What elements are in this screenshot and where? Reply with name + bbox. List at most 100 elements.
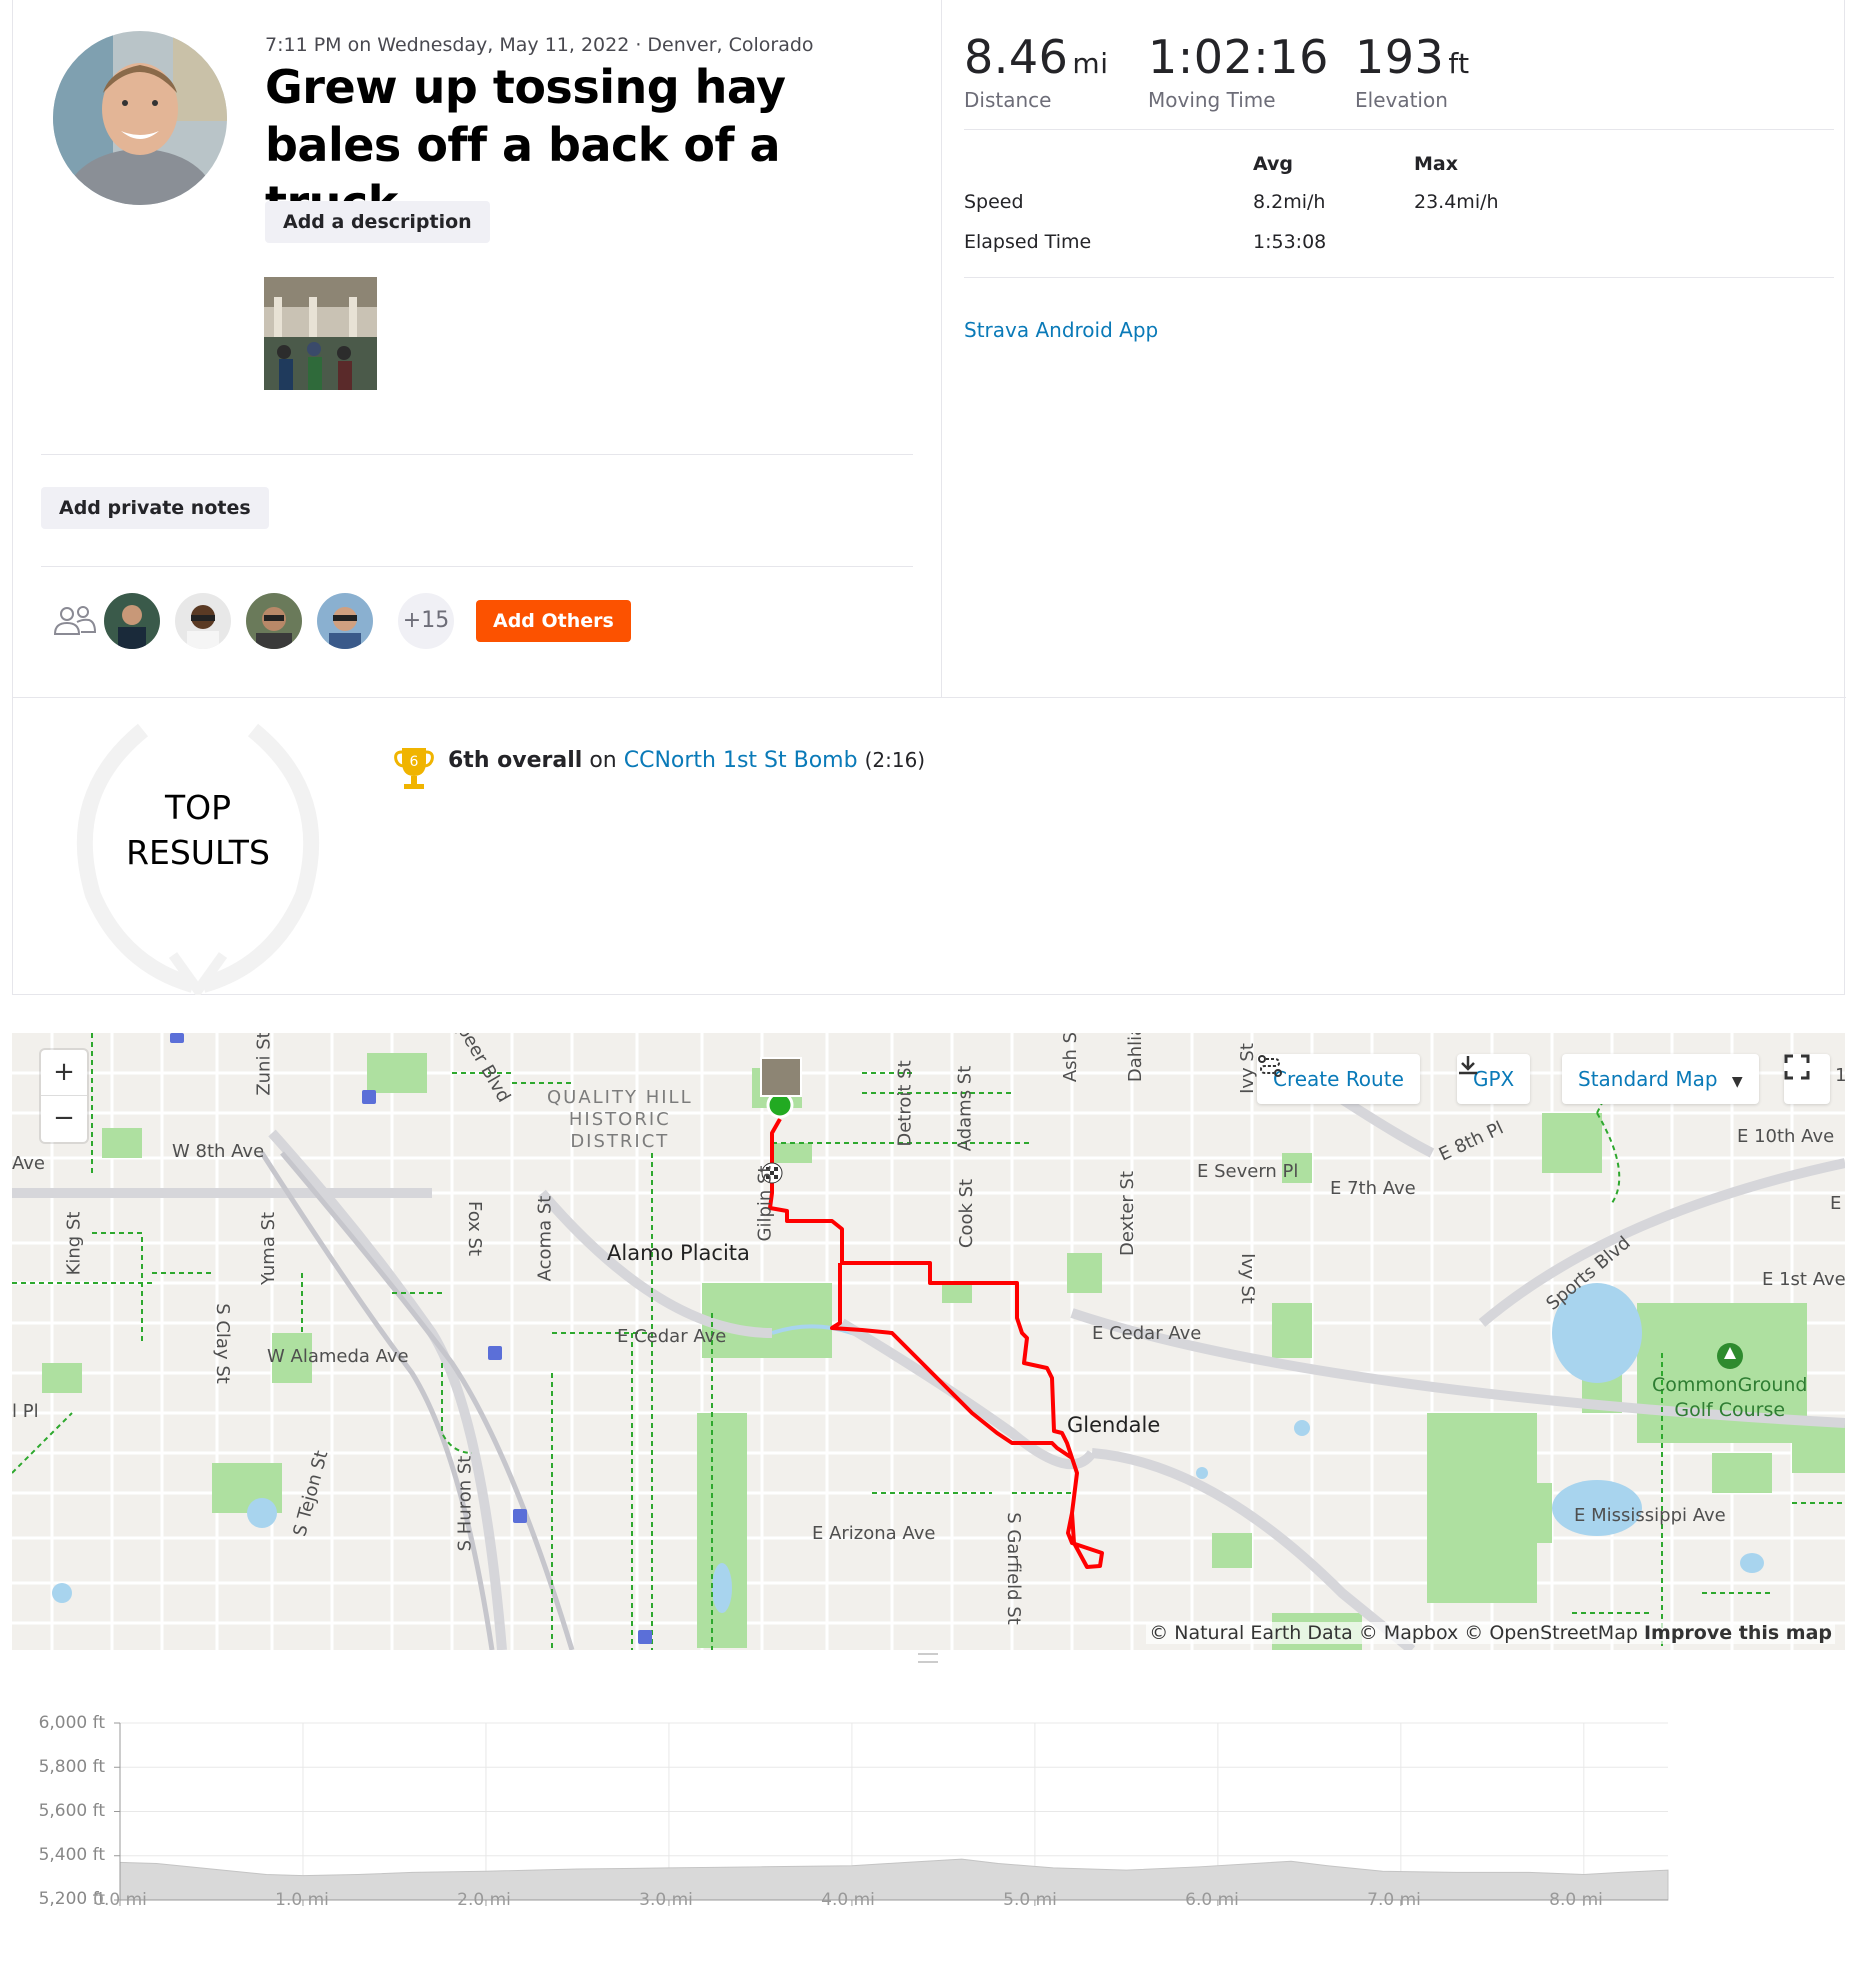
divider-1 [41, 454, 913, 455]
map-attribution: © Natural Earth Data © Mapbox © OpenStre… [1146, 1622, 1835, 1644]
top-results-heading: TOP RESULTS [63, 785, 333, 875]
top-results-line1: TOP [164, 788, 232, 827]
y-tick-label: 5,600 ft [38, 1801, 105, 1821]
stats-divider-1 [964, 129, 1834, 130]
map-label-fox: Fox St [464, 1200, 486, 1257]
map-label-pl-left: l Pl [12, 1401, 39, 1422]
x-tick-label: 0.0 mi [93, 1890, 147, 1910]
photo-marker[interactable] [760, 1057, 802, 1097]
gpx-label: GPX [1473, 1067, 1515, 1091]
activity-meta: 7:11 PM on Wednesday, May 11, 2022 · Den… [265, 34, 814, 56]
improve-map-link[interactable]: Improve this map [1644, 1622, 1832, 1644]
moving-time-label: Moving Time [1148, 88, 1276, 112]
zoom-in-button[interactable]: + [41, 1050, 87, 1096]
athlete-avatar-3[interactable] [246, 593, 302, 649]
map-label-glendale: Glendale [1067, 1413, 1161, 1437]
athlete-avatar-4[interactable] [317, 593, 373, 649]
map-label-ave-left: Ave [12, 1153, 45, 1174]
zoom-out-button[interactable]: − [41, 1096, 87, 1142]
fullscreen-button[interactable] [1784, 1054, 1830, 1104]
group-icon [53, 604, 97, 642]
elapsed-time-label: Elapsed Time [964, 231, 1092, 253]
map-label-s-garfield: S Garfield St [1002, 1512, 1024, 1625]
segment-result: 6th overall on CCNorth 1st St Bomb (2:16… [448, 748, 925, 773]
y-tick-label: 5,800 ft [38, 1757, 105, 1777]
download-icon [1459, 1056, 1477, 1075]
fullscreen-icon [1784, 1054, 1810, 1080]
y-tick-label: 6,000 ft [38, 1713, 105, 1733]
distance-value: 8.46 mi [964, 30, 1109, 84]
add-others-button[interactable]: Add Others [476, 600, 631, 642]
device-link[interactable]: Strava Android App [964, 318, 1158, 342]
on-word: on [589, 748, 617, 773]
activity-photo[interactable] [264, 277, 377, 390]
segment-link[interactable]: CCNorth 1st St Bomb [624, 748, 858, 773]
more-athletes-count[interactable]: +15 [398, 593, 454, 649]
speed-max: 23.4mi/h [1414, 191, 1499, 213]
column-divider [941, 0, 942, 697]
create-route-label: Create Route [1273, 1067, 1404, 1091]
zoom-controls: + − [41, 1050, 87, 1142]
map-label-commonground: CommonGround Golf Course [1652, 1374, 1808, 1421]
attribution-text: © Natural Earth Data © Mapbox © OpenStre… [1149, 1622, 1638, 1644]
gpx-button[interactable]: GPX [1457, 1054, 1531, 1104]
x-tick-label: 6.0 mi [1185, 1890, 1239, 1910]
y-tick-label: 5,400 ft [38, 1845, 105, 1865]
x-tick-label: 2.0 mi [457, 1890, 511, 1910]
add-description-button[interactable]: Add a description [265, 201, 490, 243]
x-tick-label: 1.0 mi [275, 1890, 329, 1910]
map-label-e-right: E [1830, 1193, 1842, 1214]
map-type-select[interactable]: Standard Map ▼ [1562, 1054, 1759, 1104]
col-max-header: Max [1414, 153, 1458, 175]
top-results-line2: RESULTS [126, 833, 270, 872]
map-label-king: King St [63, 1211, 85, 1276]
map-label-yuma: Yuma St [258, 1211, 280, 1286]
route-icon [1258, 1055, 1282, 1077]
add-private-notes-button[interactable]: Add private notes [41, 487, 269, 529]
map-label-acoma: Acoma St [534, 1195, 556, 1282]
map-label-w8th: W 8th Ave [172, 1141, 265, 1162]
map-label-e-cedar-2: E Cedar Ave [1092, 1323, 1202, 1344]
map-label-adams: Adams St [954, 1065, 976, 1152]
map-label-gilpin: Gilpin St [754, 1165, 776, 1242]
map-label-dahlia: Dahlia [1125, 1033, 1147, 1083]
map-label-ivy-2: Ivy St [1236, 1253, 1258, 1304]
elevation-chart[interactable] [0, 1660, 1857, 1965]
create-route-button[interactable]: Create Route [1257, 1054, 1420, 1104]
segment-time: (2:16) [864, 748, 926, 772]
map-label-ivy-1: Ivy St [1236, 1043, 1258, 1094]
map-label-quality-hill: QUALITY HILL HISTORIC DISTRICT [547, 1087, 693, 1152]
stats-divider-2 [964, 277, 1834, 278]
map-label-detroit: Detroit St [894, 1060, 916, 1147]
map-label-s-clay: S Clay St [211, 1303, 233, 1384]
x-tick-label: 7.0 mi [1367, 1890, 1421, 1910]
map-label-ash: Ash St [1060, 1033, 1082, 1083]
map-label-w-alameda: W Alameda Ave [267, 1346, 409, 1367]
map-label-cook: Cook St [956, 1178, 978, 1249]
section-divider [13, 697, 1846, 698]
map-label-e-cedar-1: E Cedar Ave [617, 1326, 727, 1347]
activity-card: 7:11 PM on Wednesday, May 11, 2022 · Den… [12, 0, 1846, 999]
moving-time-value: 1:02:16 [1148, 30, 1329, 84]
speed-avg: 8.2mi/h [1253, 191, 1326, 213]
x-tick-label: 8.0 mi [1549, 1890, 1603, 1910]
elevation-value: 193 ft [1355, 30, 1470, 84]
trophy-icon: 6 [394, 746, 434, 796]
divider-2 [41, 566, 913, 567]
athlete-avatar[interactable] [53, 31, 227, 205]
col-avg-header: Avg [1253, 153, 1294, 175]
route-map[interactable]: W 8th Ave QUALITY HILL HISTORIC DISTRICT… [12, 1033, 1845, 1650]
map-type-label: Standard Map [1578, 1067, 1718, 1091]
map-label-e-1st: E 1st Ave [1762, 1269, 1845, 1290]
athlete-avatar-1[interactable] [104, 593, 160, 649]
map-label-e-arizona: E Arizona Ave [812, 1523, 936, 1544]
x-tick-label: 4.0 mi [821, 1890, 875, 1910]
map-canvas [12, 1033, 1845, 1650]
distance-label: Distance [964, 88, 1052, 112]
rank-text: 6th overall [448, 748, 583, 773]
map-label-dexter: Dexter St [1117, 1170, 1139, 1257]
elevation-label: Elevation [1355, 88, 1448, 112]
map-label-e-7th: E 7th Ave [1330, 1178, 1416, 1199]
map-label-s-huron: S Huron St [454, 1455, 476, 1552]
athlete-avatar-2[interactable] [175, 593, 231, 649]
